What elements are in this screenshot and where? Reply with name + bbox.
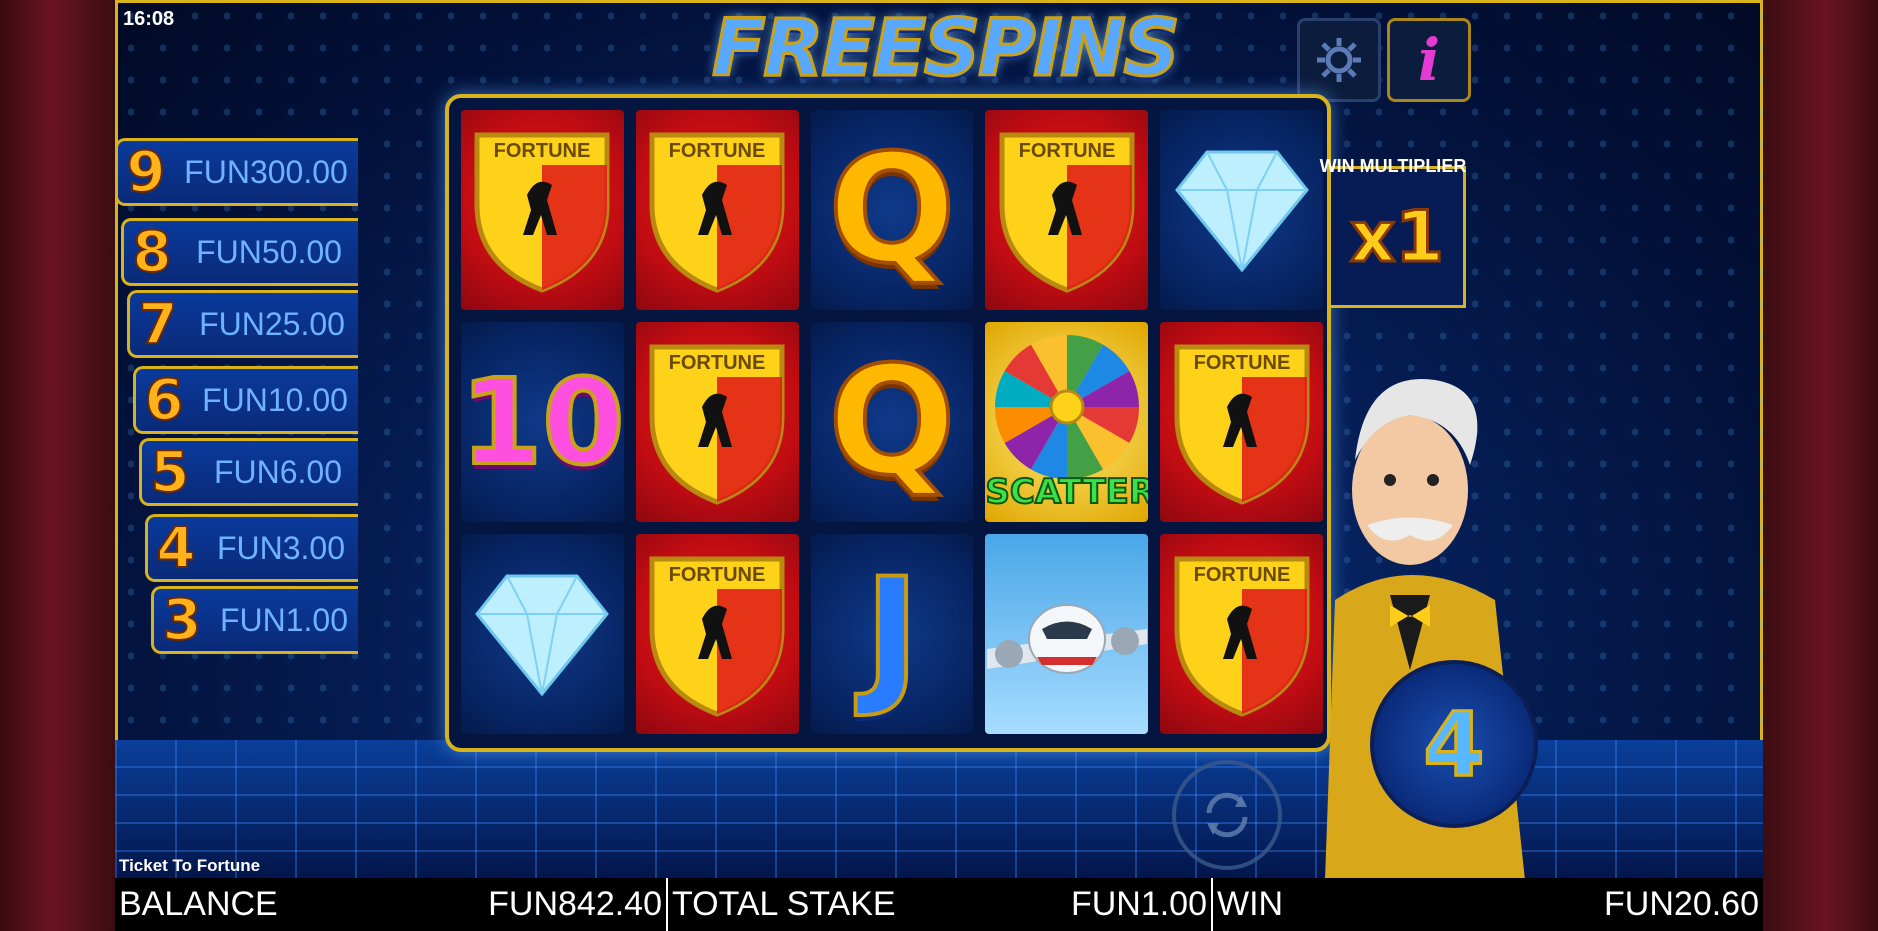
game-canvas: 16:08 FREESPINS i 9 FUN300.00 8 FUN50.00… [115,0,1763,931]
freespins-title: FREESPINS [711,4,1182,94]
reel-cell-diamond [461,534,624,734]
reel-cell-fortune-shield: FORTUNE [635,322,799,522]
pay-prize: FUN1.00 [219,601,349,638]
pay-count: 7 [138,291,179,358]
shield-text: FORTUNE [1193,564,1290,586]
pay-prize: FUN300.00 [184,153,348,190]
reel-cell-wheel-scatter: SCATTER [985,322,1149,522]
pay-count: 5 [150,439,191,506]
autoplay-button[interactable] [1172,760,1282,870]
fortune-shield-icon: FORTUNE [999,132,1135,293]
win-multiplier-box: x1 [1328,166,1466,308]
ten-symbol: 10 [461,351,624,493]
fortune-shield-icon: FORTUNE [474,132,610,293]
diamond-icon [475,574,610,697]
bottom-bar: BALANCE FUN842.40 TOTAL STAKE FUN1.00 WI… [115,878,1763,931]
pay-prize: FUN3.00 [216,529,346,566]
win-label: WIN [1217,885,1284,923]
clock: 16:08 [123,8,175,30]
info-icon: i [1417,26,1441,94]
paytable-row: 5 FUN6.00 [139,438,358,506]
right-backdrop [1763,0,1878,931]
pay-count: 3 [162,587,203,654]
pay-count: 9 [126,139,167,206]
pay-count: 6 [144,367,185,434]
settings-button[interactable] [1297,18,1381,102]
reel-cell-fortune-shield: FORTUNE [985,110,1149,310]
reel-grid: FORTUNE FORTUNE Q FORTUNE 10 FORTUNE Q SCATTER F… [461,110,1323,734]
free-spins-remaining: 4 [1422,691,1486,797]
pay-prize: FUN25.00 [199,305,345,342]
left-backdrop [0,0,115,931]
reel-cell-fortune-shield: FORTUNE [461,110,624,310]
reel-cell-fortune-shield: FORTUNE [635,534,799,734]
win-value: FUN20.60 [1604,885,1759,923]
game-name: Ticket To Fortune [119,856,261,875]
win-multiplier-value: x1 [1349,195,1446,280]
reel-cell-j: J [810,534,974,734]
reel-cell-airplane [985,534,1149,734]
paytable-row: 4 FUN3.00 [145,514,358,582]
pay-count: 8 [132,219,173,286]
shield-text: FORTUNE [1018,140,1115,162]
q-symbol: Q [826,335,958,509]
win-multiplier-label: WIN MULTIPLIER [1319,156,1467,176]
reel-cell-ten: 10 [461,322,624,522]
diamond-icon [1174,150,1309,273]
stake-value: FUN1.00 [1070,885,1207,923]
reel-cell-diamond [1160,110,1323,310]
win-panel: WIN FUN20.60 [1213,878,1763,931]
fortune-shield-icon: FORTUNE [649,556,785,717]
refresh-icon [1206,792,1248,838]
shield-text: FORTUNE [1193,352,1290,374]
reel-cell-q: Q [810,110,974,310]
paytable-row: 9 FUN300.00 [115,138,358,206]
scatter-label: SCATTER [985,471,1149,513]
balance-value: FUN842.40 [488,885,662,923]
pay-prize: FUN10.00 [202,381,348,418]
fortune-shield-icon: FORTUNE [649,344,785,505]
q-symbol: Q [826,123,958,297]
reel-cell-fortune-shield: FORTUNE [635,110,799,310]
paytable-row: 7 FUN25.00 [127,290,358,358]
stake-panel[interactable]: TOTAL STAKE FUN1.00 [668,878,1213,931]
reels-frame: FORTUNE FORTUNE Q FORTUNE 10 FORTUNE Q SCATTER F… [445,94,1331,752]
paytable-row: 8 FUN50.00 [121,218,358,286]
reel-cell-q: Q [810,322,974,522]
shield-text: FORTUNE [669,564,766,586]
pay-count: 4 [156,515,197,582]
pay-prize: FUN50.00 [196,233,342,270]
free-spins-counter: 4 [1370,660,1538,828]
paytable-row: 6 FUN10.00 [133,366,358,434]
pay-prize: FUN6.00 [213,453,343,490]
gear-icon [1317,38,1361,82]
stake-label: TOTAL STAKE [672,885,896,923]
shield-text: FORTUNE [494,140,591,162]
shield-text: FORTUNE [669,352,766,374]
j-symbol: J [862,547,922,721]
info-button[interactable]: i [1387,18,1471,102]
airplane-icon [986,604,1147,674]
balance-label: BALANCE [119,885,278,923]
fortune-wheel-icon [994,335,1139,479]
fortune-shield-icon: FORTUNE [649,132,785,293]
paytable-row: 3 FUN1.00 [151,586,358,654]
balance-panel: BALANCE FUN842.40 [115,878,668,931]
shield-text: FORTUNE [669,140,766,162]
